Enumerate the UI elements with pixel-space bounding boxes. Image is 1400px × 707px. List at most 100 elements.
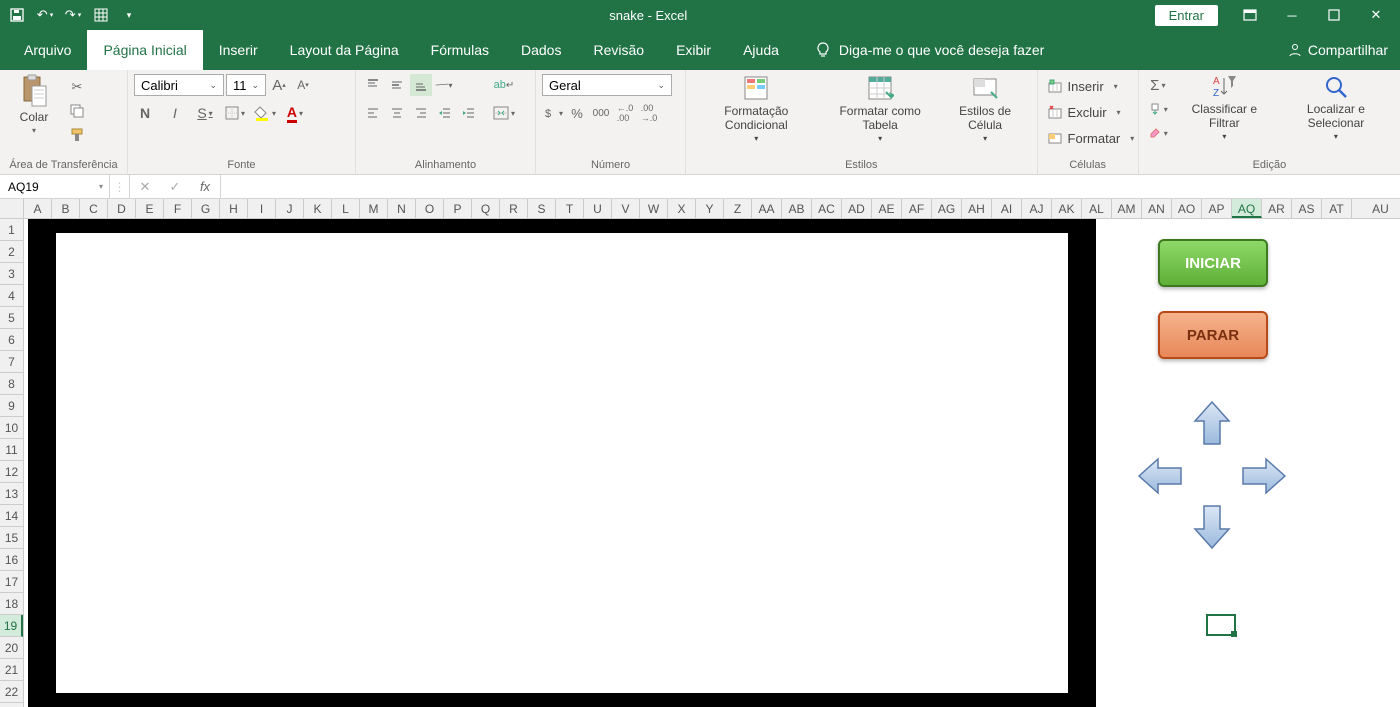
column-header[interactable]: AB <box>782 199 812 218</box>
start-game-button[interactable]: INICIAR <box>1158 239 1268 287</box>
column-header[interactable]: AF <box>902 199 932 218</box>
qat-customize-icon[interactable]: ▾ <box>116 3 142 27</box>
borders-icon[interactable] <box>224 102 246 124</box>
decrease-decimal-icon[interactable]: .00→.0 <box>638 102 660 124</box>
font-color-icon[interactable]: A <box>284 102 306 124</box>
tab-view[interactable]: Exibir <box>660 30 727 70</box>
delete-cells-button[interactable]: Excluir▾ <box>1044 100 1139 124</box>
cell-styles-button[interactable]: Estilos de Célula▾ <box>940 72 1031 145</box>
column-header[interactable]: P <box>444 199 472 218</box>
row-header[interactable]: 4 <box>0 285 23 307</box>
orientation-icon[interactable]: ⟋ <box>434 74 456 96</box>
column-header[interactable]: AS <box>1292 199 1322 218</box>
column-header[interactable]: D <box>108 199 136 218</box>
arrow-left-button[interactable] <box>1136 451 1186 501</box>
column-header[interactable]: J <box>276 199 304 218</box>
column-header[interactable]: A <box>24 199 52 218</box>
selected-cell[interactable] <box>1206 614 1236 636</box>
format-cells-button[interactable]: Formatar▾ <box>1044 126 1139 150</box>
row-header[interactable]: 21 <box>0 659 23 681</box>
column-header[interactable]: AC <box>812 199 842 218</box>
column-header[interactable]: T <box>556 199 584 218</box>
column-header[interactable]: AO <box>1172 199 1202 218</box>
row-header[interactable]: 3 <box>0 263 23 285</box>
enter-formula-icon[interactable]: ✓ <box>160 175 190 198</box>
share-button[interactable]: Compartilhar <box>1276 30 1400 70</box>
row-header[interactable]: 11 <box>0 439 23 461</box>
column-header[interactable]: Y <box>696 199 724 218</box>
row-header[interactable]: 6 <box>0 329 23 351</box>
font-size-select[interactable]: 11⌄ <box>226 74 266 96</box>
row-header[interactable]: 7 <box>0 351 23 373</box>
column-header[interactable]: I <box>248 199 276 218</box>
row-header[interactable]: 15 <box>0 527 23 549</box>
column-header[interactable]: G <box>192 199 220 218</box>
column-header[interactable]: AG <box>932 199 962 218</box>
format-as-table-button[interactable]: Formatar como Tabela▾ <box>821 72 940 145</box>
arrow-up-button[interactable] <box>1187 399 1237 449</box>
tab-home[interactable]: Página Inicial <box>87 30 202 70</box>
column-header[interactable]: W <box>640 199 668 218</box>
column-header[interactable]: AT <box>1322 199 1352 218</box>
row-header[interactable]: 16 <box>0 549 23 571</box>
underline-button[interactable]: S <box>194 102 216 124</box>
comma-style-icon[interactable]: 000 <box>590 102 612 124</box>
column-header[interactable]: AU <box>1352 199 1400 218</box>
arrow-right-button[interactable] <box>1238 451 1288 501</box>
signin-button[interactable]: Entrar <box>1155 5 1218 26</box>
number-format-select[interactable]: Geral⌄ <box>542 74 672 96</box>
column-header[interactable]: N <box>388 199 416 218</box>
row-header[interactable]: 12 <box>0 461 23 483</box>
copy-icon[interactable] <box>66 100 88 122</box>
percent-icon[interactable]: % <box>566 102 588 124</box>
fill-color-icon[interactable] <box>254 102 276 124</box>
column-header[interactable]: AI <box>992 199 1022 218</box>
column-header[interactable]: C <box>80 199 108 218</box>
row-header[interactable]: 14 <box>0 505 23 527</box>
align-bottom-icon[interactable] <box>410 74 432 96</box>
italic-button[interactable]: I <box>164 102 186 124</box>
column-header[interactable]: AA <box>752 199 782 218</box>
column-header[interactable]: Z <box>724 199 752 218</box>
align-left-icon[interactable] <box>362 102 384 124</box>
merge-icon[interactable] <box>490 102 518 124</box>
tab-formulas[interactable]: Fórmulas <box>415 30 505 70</box>
column-header[interactable]: M <box>360 199 388 218</box>
column-header[interactable]: F <box>164 199 192 218</box>
column-header[interactable]: AK <box>1052 199 1082 218</box>
arrow-down-button[interactable] <box>1187 501 1237 551</box>
column-header[interactable]: AQ <box>1232 199 1262 218</box>
row-header[interactable]: 20 <box>0 637 23 659</box>
cells-canvas[interactable]: INICIAR PARAR <box>24 219 1400 707</box>
column-header[interactable]: R <box>500 199 528 218</box>
tab-insert[interactable]: Inserir <box>203 30 274 70</box>
minimize-icon[interactable]: ─ <box>1272 0 1312 30</box>
increase-indent-icon[interactable] <box>458 102 480 124</box>
column-header[interactable]: K <box>304 199 332 218</box>
row-header[interactable]: 9 <box>0 395 23 417</box>
column-header[interactable]: Q <box>472 199 500 218</box>
column-header[interactable]: AL <box>1082 199 1112 218</box>
cut-icon[interactable]: ✂ <box>66 76 88 98</box>
row-header[interactable]: 22 <box>0 681 23 703</box>
formula-input[interactable] <box>221 175 1400 198</box>
paste-button[interactable]: Colar ▾ <box>6 72 62 137</box>
column-header[interactable]: S <box>528 199 556 218</box>
grow-font-icon[interactable]: A▴ <box>268 74 290 96</box>
find-select-button[interactable]: Localizar e Selecionar▾ <box>1278 72 1394 143</box>
decrease-indent-icon[interactable] <box>434 102 456 124</box>
grid-icon[interactable] <box>88 3 114 27</box>
tell-me-search[interactable]: Diga-me o que você deseja fazer <box>795 30 1064 70</box>
align-top-icon[interactable] <box>362 74 384 96</box>
column-header[interactable]: AR <box>1262 199 1292 218</box>
tab-layout[interactable]: Layout da Página <box>274 30 415 70</box>
insert-function-icon[interactable]: fx <box>190 175 220 198</box>
autosum-icon[interactable]: Σ <box>1145 74 1171 96</box>
wrap-text-icon[interactable]: ab↵ <box>490 74 518 96</box>
format-painter-icon[interactable] <box>66 124 88 146</box>
maximize-icon[interactable] <box>1314 0 1354 30</box>
tab-file[interactable]: Arquivo <box>8 30 87 70</box>
redo-icon[interactable]: ↷ ▾ <box>60 3 86 27</box>
select-all-corner[interactable] <box>0 199 24 219</box>
column-header[interactable]: AN <box>1142 199 1172 218</box>
